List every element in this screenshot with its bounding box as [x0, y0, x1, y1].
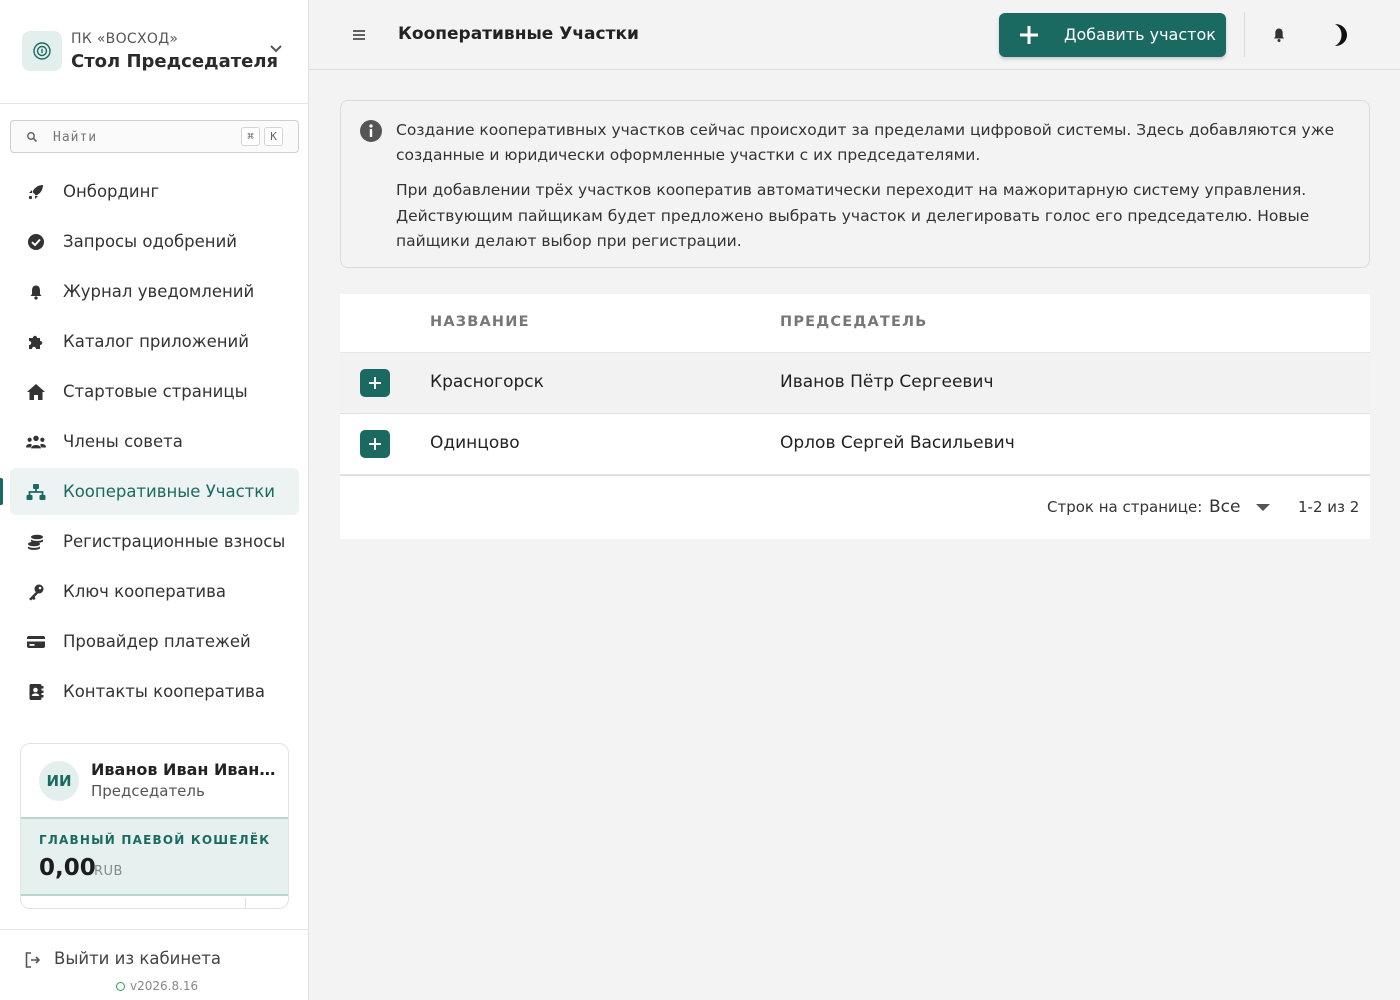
sidebar-item-label: Стартовые страницы	[63, 382, 248, 401]
caret-down-icon	[1256, 504, 1270, 511]
people-icon	[26, 432, 46, 452]
brand-logo	[22, 31, 62, 71]
column-header-name[interactable]: НАЗВАНИЕ	[430, 314, 530, 330]
search-input[interactable]	[53, 127, 233, 147]
credit-card-icon	[26, 632, 46, 652]
rows-per-page-value: Все	[1209, 497, 1241, 517]
key-icon	[26, 582, 46, 602]
sidebar-item-label: Онбординг	[63, 182, 160, 201]
expand-row-button[interactable]	[360, 369, 390, 397]
sidebar-item-label: Кооперативные Участки	[63, 482, 275, 501]
sidebar-item-coop-key[interactable]: Ключ кооператива	[10, 568, 299, 615]
wallet-label: ГЛАВНЫЙ ПАЕВОЙ КОШЕЛЁК	[39, 833, 271, 847]
bell-icon	[26, 282, 46, 302]
plus-icon	[369, 377, 381, 389]
table-row[interactable]: Красногорск Иванов Пётр Сергеевич	[340, 353, 1370, 414]
chevron-down-icon	[270, 45, 282, 53]
check-circle-icon	[26, 232, 46, 252]
version-label: v2026.8.16	[116, 979, 198, 993]
home-icon	[26, 382, 46, 402]
expand-row-button[interactable]	[360, 430, 390, 458]
rows-per-page-select[interactable]: Все	[1202, 494, 1274, 522]
info-icon	[360, 120, 382, 142]
sidebar-item-contacts[interactable]: Контакты кооператива	[10, 668, 299, 715]
shortcut-mod-key: ⌘	[241, 127, 260, 146]
user-card[interactable]: ИИ Иванов Иван Иванович Председатель ГЛА…	[20, 743, 289, 909]
version-text: v2026.8.16	[130, 979, 199, 993]
plus-icon	[369, 438, 381, 450]
sitemap-icon	[26, 482, 46, 502]
wallet-currency: RUB	[94, 864, 123, 879]
rocket-icon	[26, 182, 46, 202]
status-dot-icon	[116, 981, 125, 991]
shortcut-key: K	[264, 127, 283, 146]
sidebar-item-payment-provider[interactable]: Провайдер платежей	[10, 618, 299, 665]
sidebar-item-label: Регистрационные взносы	[63, 532, 286, 551]
dark-mode-moon-icon[interactable]	[1326, 22, 1350, 48]
site-name-cell: Красногорск	[430, 372, 544, 392]
logout-section: Выйти из кабинета v2026.8.16	[0, 929, 308, 1000]
sidebar-item-label: Каталог приложений	[63, 332, 249, 351]
brand-org: ПК «ВОСХОД»	[71, 31, 179, 47]
chairman-cell: Орлов Сергей Васильевич	[780, 433, 1015, 453]
info-paragraph-1: Создание кооперативных участков сейчас п…	[396, 121, 1335, 164]
search-icon	[27, 132, 37, 142]
sidebar-item-label: Ключ кооператива	[63, 582, 226, 601]
wallet-amount: 0,00	[39, 855, 96, 881]
fingerprint-icon	[33, 42, 51, 60]
info-banner: Создание кооперативных участков сейчас п…	[340, 100, 1370, 268]
sidebar-item-registration-fees[interactable]: Регистрационные взносы	[10, 518, 299, 565]
table-footer-divider	[340, 475, 1370, 476]
sidebar-item-notifications[interactable]: Журнал уведомлений	[10, 268, 299, 315]
user-role: Председатель	[91, 782, 205, 800]
sites-table: НАЗВАНИЕ ПРЕДСЕДАТЕЛЬ Красногорск Иванов…	[340, 294, 1370, 539]
card-divider	[245, 898, 246, 908]
sidebar-item-onboarding[interactable]: Онбординг	[10, 168, 299, 215]
contact-book-icon	[26, 682, 46, 702]
sidebar: ПК «ВОСХОД» Стол Председателя ⌘ K Онборд…	[0, 0, 309, 1000]
plus-icon	[1020, 26, 1038, 44]
user-name: Иванов Иван Иванович	[91, 760, 277, 779]
add-site-label: Добавить участок	[1064, 25, 1216, 44]
sidebar-item-council[interactable]: Члены совета	[10, 418, 299, 465]
sidebar-item-label: Контакты кооператива	[63, 682, 266, 701]
logout-icon[interactable]	[24, 951, 42, 969]
puzzle-icon	[26, 332, 46, 352]
site-name-cell: Одинцово	[430, 433, 520, 453]
logout-button[interactable]: Выйти из кабинета	[54, 949, 221, 968]
page-title: Кооперативные Участки	[398, 24, 639, 44]
sidebar-nav: Онбординг Запросы одобрений Журнал уведо…	[0, 168, 299, 718]
header-divider	[1244, 12, 1245, 57]
sidebar-item-label: Запросы одобрений	[63, 232, 238, 251]
sidebar-item-cooperative-sites[interactable]: Кооперативные Участки	[0, 468, 299, 515]
column-header-chairman[interactable]: ПРЕДСЕДАТЕЛЬ	[780, 314, 928, 330]
sidebar-item-approvals[interactable]: Запросы одобрений	[10, 218, 299, 265]
sidebar-item-app-catalog[interactable]: Каталог приложений	[10, 318, 299, 365]
brand-title: Стол Председателя	[71, 51, 279, 72]
add-site-button[interactable]: Добавить участок	[999, 13, 1226, 57]
rows-per-page-label: Строк на странице:	[1047, 498, 1203, 516]
coins-icon	[26, 532, 46, 552]
pagination-info: 1-2 из 2	[1298, 498, 1360, 516]
sidebar-item-label: Члены совета	[63, 432, 183, 451]
table-row[interactable]: Одинцово Орлов Сергей Васильевич	[340, 414, 1370, 475]
top-bar: Кооперативные Участки Добавить участок	[309, 0, 1400, 70]
avatar: ИИ	[39, 761, 79, 801]
sidebar-item-start-pages[interactable]: Стартовые страницы	[10, 368, 299, 415]
sidebar-item-label: Журнал уведомлений	[63, 282, 255, 301]
active-indicator	[0, 478, 3, 505]
sidebar-item-label: Провайдер платежей	[63, 632, 251, 651]
wallet-panel[interactable]: ГЛАВНЫЙ ПАЕВОЙ КОШЕЛЁК 0,00 RUB	[21, 817, 288, 896]
hamburger-menu-icon[interactable]	[350, 26, 368, 44]
brand-switcher[interactable]: ПК «ВОСХОД» Стол Председателя	[0, 0, 308, 104]
info-paragraph-2: При добавлении трёх участков кооператив …	[396, 181, 1310, 250]
chairman-cell: Иванов Пётр Сергеевич	[780, 372, 994, 392]
notifications-bell-icon[interactable]	[1271, 27, 1287, 43]
search-box[interactable]: ⌘ K	[10, 120, 299, 153]
